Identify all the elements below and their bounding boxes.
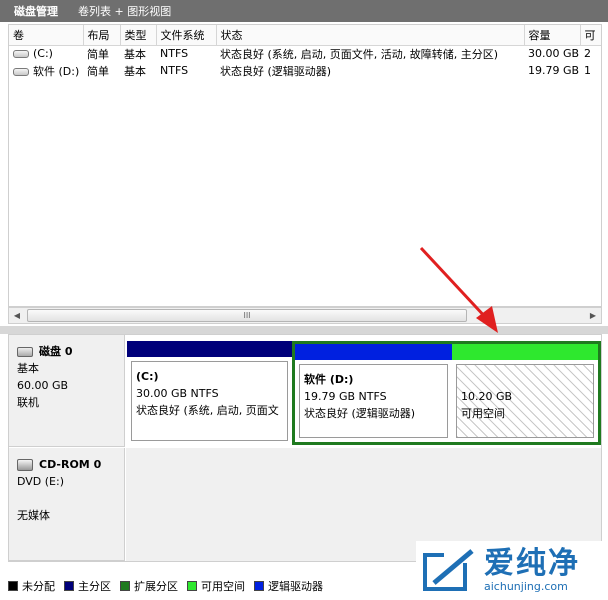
legend: 未分配 主分区 扩展分区 可用空间 逻辑驱动器 <box>8 576 327 596</box>
col-type[interactable]: 类型 <box>120 25 157 46</box>
disk-icon <box>17 346 33 357</box>
cdrom0-media: 无媒体 <box>17 509 50 522</box>
col-volume[interactable]: 卷 <box>9 25 84 46</box>
partition-d-size: 19.79 GB NTFS <box>304 390 387 403</box>
layout-cell: 简单 <box>87 64 109 78</box>
legend-label: 逻辑驱动器 <box>268 580 323 593</box>
capacity-cell: 30.00 GB <box>528 47 580 61</box>
volume-name: 软件 (D:) <box>33 64 80 78</box>
window-title: 磁盘管理 <box>14 5 58 18</box>
legend-swatch <box>187 581 197 591</box>
disk0-info[interactable]: 磁盘 0 基本 60.00 GB 联机 <box>9 335 125 447</box>
column-header-row: 卷 布局 类型 文件系统 状态 容量 可 <box>9 25 601 46</box>
col-layout[interactable]: 布局 <box>83 25 121 46</box>
type-cell: 基本 <box>124 47 146 61</box>
partition-d[interactable]: 软件 (D:) 19.79 GB NTFS 状态良好 (逻辑驱动器) <box>295 344 452 442</box>
table-row[interactable]: (C:) 简单 基本 NTFS 状态良好 (系统, 启动, 页面文件, 活动, … <box>9 45 601 62</box>
legend-free: 可用空间 <box>187 578 245 594</box>
disk0-state: 联机 <box>17 396 39 409</box>
table-row[interactable]: 软件 (D:) 简单 基本 NTFS 状态良好 (逻辑驱动器) 19.79 GB… <box>9 62 601 79</box>
watermark-logo-icon <box>423 548 474 591</box>
cdrom0-info[interactable]: CD-ROM 0 DVD (E:) 无媒体 <box>9 448 125 561</box>
fs-cell: NTFS <box>160 47 189 61</box>
scroll-thumb[interactable]: III <box>27 309 467 322</box>
volume-list: 卷 布局 类型 文件系统 状态 容量 可 (C:) 简单 基本 NTFS 状态良… <box>8 24 602 307</box>
horizontal-scrollbar[interactable]: ◀ III ▶ <box>8 307 602 324</box>
col-filesystem[interactable]: 文件系统 <box>156 25 217 46</box>
partition-c[interactable]: (C:) 30.00 GB NTFS 状态良好 (系统, 启动, 页面文 <box>127 341 292 445</box>
disk0-header: 磁盘 0 <box>17 343 124 360</box>
free-space[interactable]: 10.20 GB 可用空间 <box>452 344 598 442</box>
cdrom-icon <box>17 458 33 471</box>
partition-c-size: 30.00 GB NTFS <box>136 387 219 400</box>
status-cell: 状态良好 (逻辑驱动器) <box>220 64 332 78</box>
cdrom0-header: CD-ROM 0 <box>17 456 124 473</box>
capacity-cell: 19.79 GB <box>528 64 580 77</box>
legend-logical: 逻辑驱动器 <box>254 578 323 594</box>
legend-swatch <box>120 581 130 591</box>
pane-splitter[interactable] <box>0 326 608 334</box>
disk0-type: 基本 <box>17 362 39 375</box>
free-cell: 1 <box>584 64 591 77</box>
volume-cell: (C:) <box>9 45 83 62</box>
graphical-view: 磁盘 0 基本 60.00 GB 联机 (C:) 30.00 GB NTFS 状… <box>8 334 602 562</box>
partition-c-status: 状态良好 (系统, 启动, 页面文 <box>136 404 279 417</box>
fs-cell: NTFS <box>160 64 189 77</box>
cdrom0-drive: DVD (E:) <box>17 475 65 488</box>
free-space-label: 可用空间 <box>461 407 505 420</box>
extended-partition[interactable]: 软件 (D:) 19.79 GB NTFS 状态良好 (逻辑驱动器) 10.20… <box>292 341 601 445</box>
legend-unallocated: 未分配 <box>8 578 55 594</box>
legend-primary: 主分区 <box>64 578 111 594</box>
free-space-size: 10.20 GB <box>461 390 513 403</box>
disk0-title: 磁盘 0 <box>39 345 73 358</box>
legend-swatch <box>64 581 74 591</box>
col-free[interactable]: 可 <box>580 25 601 46</box>
watermark-url: aichunjing.com <box>484 580 568 593</box>
volume-icon <box>13 50 29 59</box>
volume-icon <box>13 67 29 76</box>
layout-cell: 简单 <box>87 47 109 61</box>
volume-cell: 软件 (D:) <box>9 62 83 79</box>
free-cell: 2 <box>584 47 591 61</box>
partition-d-name: 软件 (D:) <box>304 373 354 386</box>
view-mode[interactable]: 卷列表 + 图形视图 <box>78 3 171 19</box>
scroll-right-icon[interactable]: ▶ <box>585 308 601 323</box>
legend-swatch <box>254 581 264 591</box>
free-space-body: 10.20 GB 可用空间 <box>456 364 594 438</box>
partition-d-status: 状态良好 (逻辑驱动器) <box>304 407 416 420</box>
volume-name: (C:) <box>33 47 53 61</box>
legend-label: 扩展分区 <box>134 580 178 593</box>
status-cell: 状态良好 (系统, 启动, 页面文件, 活动, 故障转储, 主分区) <box>220 47 499 61</box>
logical-drive-bar <box>295 344 452 360</box>
free-space-bar <box>452 344 598 360</box>
watermark-brand: 爱纯净 <box>484 546 580 581</box>
partition-c-body: (C:) 30.00 GB NTFS 状态良好 (系统, 启动, 页面文 <box>131 361 288 441</box>
partition-c-name: (C:) <box>136 370 159 383</box>
col-status[interactable]: 状态 <box>216 25 525 46</box>
legend-swatch <box>8 581 18 591</box>
type-cell: 基本 <box>124 64 146 78</box>
partition-d-body: 软件 (D:) 19.79 GB NTFS 状态良好 (逻辑驱动器) <box>299 364 448 438</box>
watermark: 爱纯净 aichunjing.com <box>416 541 608 600</box>
primary-partition-bar <box>127 341 292 357</box>
legend-label: 可用空间 <box>201 580 245 593</box>
title-bar: 磁盘管理 卷列表 + 图形视图 <box>0 0 608 22</box>
legend-label: 未分配 <box>22 580 55 593</box>
legend-extended: 扩展分区 <box>120 578 178 594</box>
legend-label: 主分区 <box>78 580 111 593</box>
cdrom0-title: CD-ROM 0 <box>39 458 102 471</box>
col-capacity[interactable]: 容量 <box>524 25 581 46</box>
scroll-left-icon[interactable]: ◀ <box>9 308 25 323</box>
disk0-size: 60.00 GB <box>17 379 69 392</box>
